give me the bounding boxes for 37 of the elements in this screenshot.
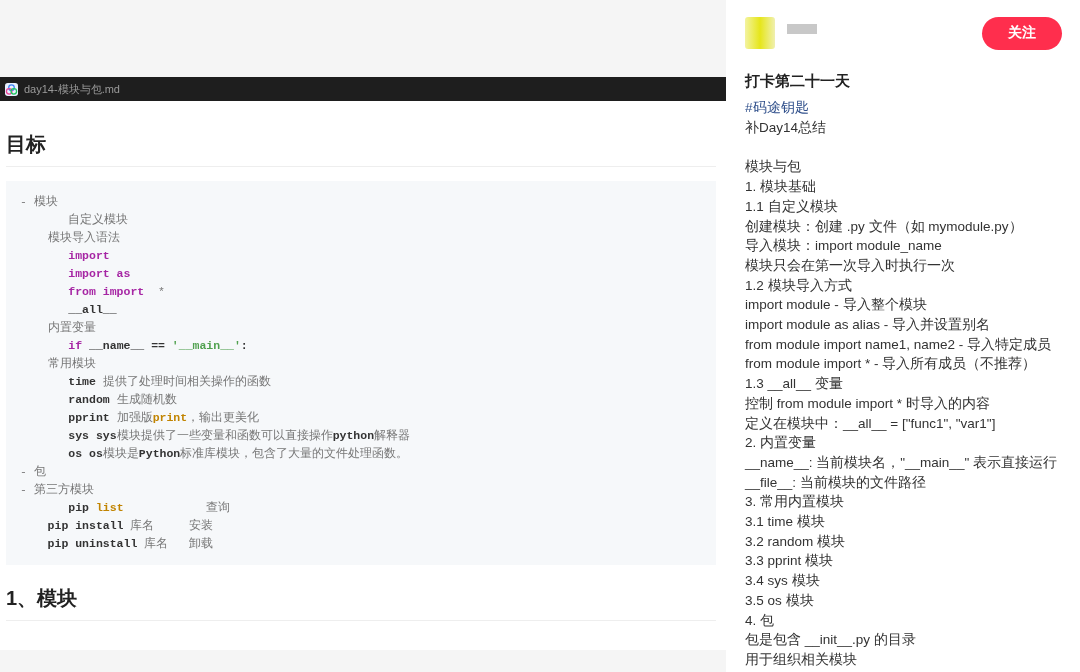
code-block: - 模块 自定义模块 模块导入语法 import import as from import * __all__ 内置变量 if __name__ == '__main__': 常用模块 time 提供了处理时间相关操作的函数 random 生成随机数 pprint 加强版print，输出更美化 sys sys模块提供了一些变量和函数可以直接操作python解释器 os os模块是Python标准库模块，包含了大量的文件处理函数。 - 包 - 第三方模块 pip list 查询 pip install 库名 安装 pip uninstall 库名 卸载 [6, 181, 716, 565]
post-text: 定义在模块中：__all__ = ["func1", "var1"] [745, 414, 997, 433]
post-text: 1.1 自定义模块 [745, 197, 839, 216]
heading: 目标 [6, 101, 716, 167]
post-text: from module import * - 导入所有成员（不推荐） [745, 355, 1038, 374]
post-text: 4. 包 [745, 611, 775, 630]
post-text: __file__: 当前模块的文件路径 [745, 473, 927, 492]
post-text: 模块与包 [745, 158, 802, 177]
follow-button[interactable]: 关注 [982, 16, 1062, 50]
post-text: 用于组织相关模块 [745, 650, 858, 669]
post-text: 3. 常用内置模块 [745, 493, 845, 512]
post-text: 2. 内置变量 [745, 434, 817, 453]
heading: 1、模块 [6, 565, 716, 621]
post-text: from module import name1, name2 - 导入特定成员 [745, 335, 1053, 354]
post-text: 3.2 random 模块 [745, 532, 847, 551]
file-tab[interactable]: day14-模块与包.md [0, 77, 726, 101]
post-text: 控制 from module import * 时导入的内容 [745, 394, 991, 413]
post-text: 1. 模块基础 [745, 178, 817, 197]
post-title: 打卡第二十一天 [745, 71, 851, 91]
post-text: 模块只会在第一次导入时执行一次 [745, 256, 956, 275]
post-text: 包是包含 __init__.py 的目录 [745, 631, 917, 650]
post-text: 导入模块：import module_name [745, 237, 943, 256]
post-text: 1.2 模块导入方式 [745, 276, 853, 295]
post-text: 3.1 time 模块 [745, 513, 826, 532]
app-icon [5, 82, 18, 96]
post-text: 3.4 sys 模块 [745, 572, 821, 591]
post-text: __name__: 当前模块名，"__main__" 表示直接运行 [745, 453, 1058, 472]
post-text: 3.3 pprint 模块 [745, 552, 835, 571]
post-text: import module as alias - 导入并设置别名 [745, 316, 992, 334]
post-text: 补Day14总结 [745, 119, 828, 137]
post-text: 1.3 __all__ 变量 [745, 375, 844, 394]
hashtag-link[interactable]: #码途钥匙 [745, 98, 1062, 118]
post-text: 创建模块：创建 .py 文件（如 mymodule.py） [745, 217, 1024, 236]
avatar[interactable] [745, 17, 775, 49]
blurred-username [787, 24, 817, 34]
post-text: import module - 导入整个模块 [745, 296, 928, 315]
post-text: 3.5 os 模块 [745, 591, 815, 610]
